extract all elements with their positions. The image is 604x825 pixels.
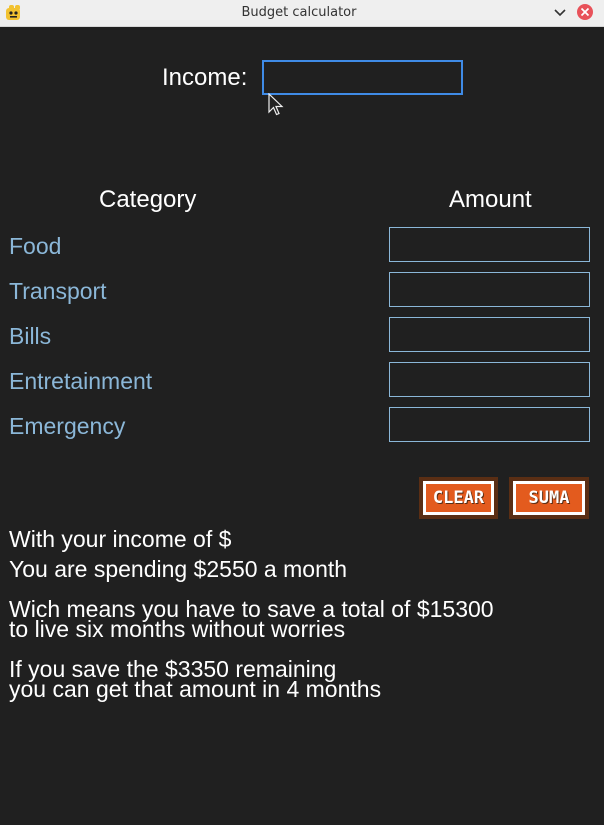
close-window-button[interactable] [577, 4, 593, 20]
clear-button[interactable]: CLEAR [419, 477, 498, 519]
title-bar: Budget calculator [0, 0, 604, 27]
chevron-down-icon[interactable] [553, 6, 567, 20]
income-label: Income: [162, 64, 248, 91]
category-label-transport: Transport [9, 278, 107, 304]
suma-button-label: SUMA [513, 481, 585, 515]
close-icon [580, 7, 590, 17]
category-label-entretainment: Entretainment [9, 368, 153, 394]
amount-input-transport[interactable] [389, 272, 590, 307]
amount-header: Amount [449, 186, 532, 213]
amount-input-bills[interactable] [389, 317, 590, 352]
savings-goal-text-2: to live six months without worries [9, 616, 346, 642]
category-label-emergency: Emergency [9, 413, 126, 439]
spending-summary-text: You are spending $2550 a month [9, 556, 348, 582]
suma-button[interactable]: SUMA [509, 477, 589, 519]
category-label-bills: Bills [9, 323, 52, 349]
category-header: Category [99, 186, 197, 213]
clear-button-label: CLEAR [423, 481, 494, 515]
window-title: Budget calculator [241, 5, 357, 20]
amount-input-food[interactable] [389, 227, 590, 262]
mouse-pointer-icon [268, 93, 284, 116]
category-label-food: Food [9, 233, 62, 259]
income-input[interactable] [262, 60, 463, 95]
amount-input-entretainment[interactable] [389, 362, 590, 397]
income-summary-text: With your income of $ [9, 526, 232, 552]
amount-input-emergency[interactable] [389, 407, 590, 442]
remaining-text-2: you can get that amount in 4 months [9, 676, 382, 702]
